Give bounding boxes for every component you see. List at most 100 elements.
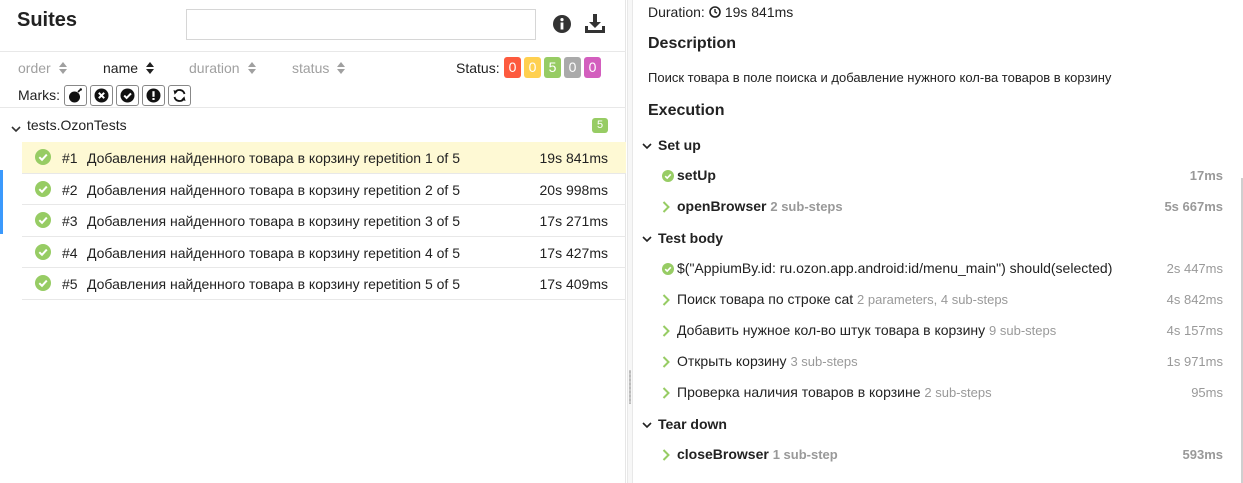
chevron-right-icon: [662, 355, 670, 371]
test-row[interactable]: #3 Добавления найденного товара в корзину…: [22, 205, 626, 237]
suites-pane: Suites order name duration status Status…: [0, 0, 626, 483]
test-number: #2: [62, 181, 78, 198]
step-duration: 2s 447ms: [1166, 261, 1223, 276]
step-name-wrap: Добавить нужное кол-во штук товара в кор…: [677, 322, 1056, 338]
chevron-down-icon: [642, 230, 652, 246]
test-duration: 17s 271ms: [539, 213, 608, 229]
test-name: Добавления найденного товара в корзину r…: [87, 181, 460, 198]
test-duration: 20s 998ms: [539, 181, 608, 198]
test-row[interactable]: #1 Добавления найденного товара в корзину…: [22, 142, 626, 174]
stage-name: Set up: [658, 137, 701, 153]
mark-flaky-button[interactable]: [64, 85, 87, 106]
status-broken-badge[interactable]: 0: [524, 57, 541, 78]
step-row[interactable]: closeBrowser 1 sub-step 593ms: [662, 445, 1224, 465]
info-icon[interactable]: [552, 14, 572, 36]
passed-check-icon: [662, 262, 674, 278]
test-row[interactable]: #5 Добавления найденного товара в корзину…: [22, 268, 626, 300]
mark-new-failed-button[interactable]: [90, 85, 113, 106]
suite-group-row[interactable]: tests.OzonTests 5: [0, 112, 626, 138]
clock-icon: [709, 6, 721, 18]
status-passed-badge[interactable]: 5: [544, 57, 561, 78]
search-input[interactable]: [186, 9, 536, 40]
step-substeps: 2 sub-steps: [770, 199, 843, 214]
bomb-icon: [69, 88, 82, 103]
sort-arrows-icon: [146, 62, 155, 74]
sort-name-button[interactable]: name: [103, 60, 155, 76]
step-name: closeBrowser: [677, 446, 769, 462]
step-duration: 95ms: [1191, 385, 1223, 400]
step-row[interactable]: $("AppiumBy.id: ru.ozon.app.android:id/m…: [662, 259, 1224, 279]
test-number: #1: [62, 150, 78, 166]
status-failed-badge[interactable]: 0: [504, 57, 521, 78]
download-icon[interactable]: [584, 14, 605, 36]
test-name: Добавления найденного товара в корзину r…: [87, 244, 460, 261]
step-name: Поиск товара по строке cat: [677, 291, 854, 307]
step-name: Добавить нужное кол-во штук товара в кор…: [677, 322, 986, 338]
check-circle-icon: [120, 88, 135, 103]
step-row[interactable]: Открыть корзину 3 sub-steps 1s 971ms: [662, 352, 1224, 372]
step-duration: 4s 157ms: [1166, 323, 1223, 338]
stage-name: Tear down: [658, 416, 727, 432]
status-filter-label: Status:: [456, 60, 500, 76]
marks-bar: Marks:: [0, 84, 626, 108]
sort-order-button[interactable]: order: [18, 60, 67, 76]
suite-group-name: tests.OzonTests: [27, 117, 127, 133]
test-name: Добавления найденного товара в корзину r…: [87, 276, 460, 292]
step-substeps: 2 parameters, 4 sub-steps: [857, 292, 1009, 307]
passed-check-icon: [35, 212, 51, 231]
stage-header[interactable]: Set up: [642, 137, 701, 153]
chevron-down-icon: [11, 120, 21, 136]
step-name: openBrowser: [677, 198, 767, 214]
duration-label: Duration:: [648, 4, 705, 20]
step-row[interactable]: Добавить нужное кол-во штук товара в кор…: [662, 321, 1224, 341]
stage-header[interactable]: Test body: [642, 230, 723, 246]
mark-new-passed-button[interactable]: [116, 85, 139, 106]
step-row[interactable]: Проверка наличия товаров в корзине 2 sub…: [662, 383, 1224, 403]
sort-order-label: order: [18, 60, 51, 76]
sort-status-button[interactable]: status: [292, 60, 346, 76]
step-row[interactable]: openBrowser 2 sub-steps 5s 667ms: [662, 197, 1224, 217]
test-duration: 19s 841ms: [539, 150, 608, 166]
chevron-down-icon: [642, 137, 652, 153]
duration-value: 19s 841ms: [724, 4, 794, 20]
chevron-right-icon: [662, 448, 670, 464]
sort-arrows-icon: [337, 62, 346, 74]
status-unknown-badge[interactable]: 0: [584, 57, 601, 78]
status-skipped-badge[interactable]: 0: [564, 57, 581, 78]
test-number: #4: [62, 244, 78, 261]
chevron-right-icon: [662, 324, 670, 340]
chevron-right-icon: [662, 386, 670, 402]
mark-new-broken-button[interactable]: [142, 85, 165, 106]
mark-retries-button[interactable]: [168, 85, 191, 106]
test-number: #3: [62, 213, 78, 229]
passed-check-icon: [35, 149, 51, 168]
step-name-wrap: setUp: [677, 167, 716, 183]
step-name-wrap: Открыть корзину 3 sub-steps: [677, 353, 858, 369]
pane-splitter[interactable]: [627, 0, 633, 483]
close-circle-icon: [94, 88, 109, 103]
step-row[interactable]: Поиск товара по строке cat 2 parameters,…: [662, 290, 1224, 310]
page-title: Suites: [17, 9, 78, 31]
step-substeps: 9 sub-steps: [989, 323, 1057, 338]
step-name: Открыть корзину: [677, 353, 787, 369]
step-row[interactable]: setUp 17ms: [662, 166, 1224, 186]
sort-duration-button[interactable]: duration: [189, 60, 256, 76]
description-title: Description: [648, 35, 737, 52]
step-substeps: 2 sub-steps: [924, 385, 992, 400]
sort-bar: order name duration status Status: 00500: [0, 53, 626, 83]
test-number: #5: [62, 276, 78, 292]
test-list: #1 Добавления найденного товара в корзину…: [22, 142, 626, 300]
step-duration: 17ms: [1189, 168, 1223, 183]
chevron-down-icon: [642, 416, 652, 432]
test-row[interactable]: #2 Добавления найденного товара в корзину…: [22, 174, 626, 205]
status-filter-badges: 00500: [504, 57, 601, 78]
execution-title: Execution: [648, 102, 725, 119]
step-name-wrap: $("AppiumBy.id: ru.ozon.app.android:id/m…: [677, 260, 1112, 276]
passed-check-icon: [662, 169, 674, 185]
splitter-grip-icon[interactable]: [629, 370, 631, 404]
suites-header: Suites: [0, 0, 626, 52]
sort-status-label: status: [292, 60, 330, 76]
chevron-right-icon: [662, 293, 670, 309]
test-row[interactable]: #4 Добавления найденного товара в корзину…: [22, 237, 626, 268]
stage-header[interactable]: Tear down: [642, 416, 727, 432]
